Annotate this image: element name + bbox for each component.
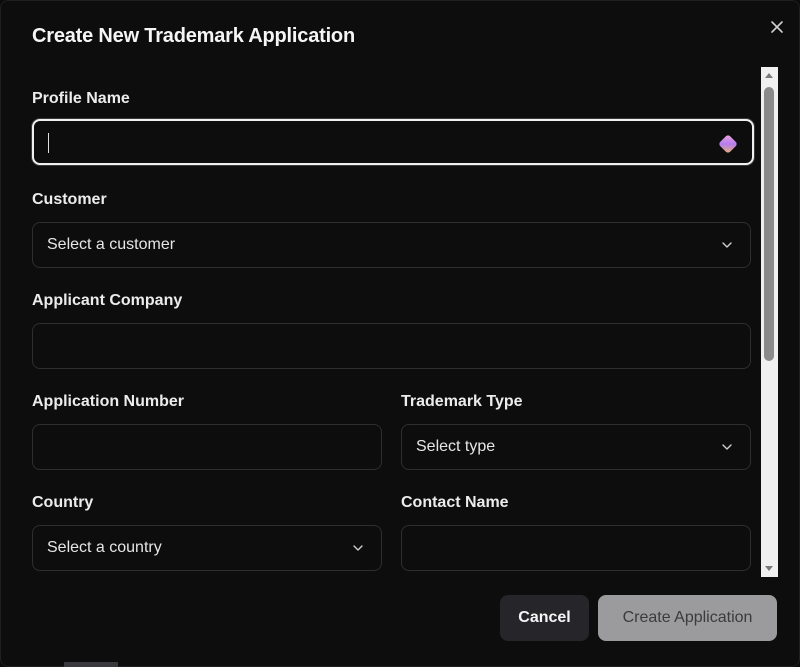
trademark-type-select[interactable]: Select type [401, 424, 751, 470]
country-select[interactable]: Select a country [32, 525, 382, 571]
chevron-down-icon [722, 242, 732, 248]
application-number-input[interactable] [32, 424, 382, 470]
applicant-company-label: Applicant Company [32, 292, 183, 309]
scroll-up-arrow-icon[interactable] [765, 73, 773, 78]
country-label: Country [32, 494, 94, 511]
customer-select-value: Select a customer [47, 236, 176, 253]
chevron-down-icon [353, 545, 363, 551]
application-number-label: Application Number [32, 393, 185, 410]
applicant-company-input[interactable] [32, 323, 751, 369]
customer-label: Customer [32, 191, 107, 208]
trademark-type-label: Trademark Type [401, 393, 523, 410]
text-caret [48, 133, 49, 153]
dialog-title: Create New Trademark Application [32, 25, 355, 47]
gem-icon[interactable] [716, 132, 740, 156]
country-select-value: Select a country [47, 539, 162, 556]
form-scrollbar[interactable] [761, 67, 778, 577]
create-application-button[interactable]: Create Application [598, 595, 777, 641]
scrollbar-thumb[interactable] [764, 87, 774, 361]
form-scroll-area: Profile Name Customer Select a customer … [1, 67, 761, 577]
customer-select[interactable]: Select a customer [32, 222, 751, 268]
close-icon[interactable] [767, 17, 787, 37]
chevron-down-icon [722, 444, 732, 450]
profile-name-label: Profile Name [32, 90, 130, 107]
contact-name-label: Contact Name [401, 494, 509, 511]
cancel-button[interactable]: Cancel [500, 595, 589, 641]
trademark-type-value: Select type [416, 438, 496, 455]
scroll-down-arrow-icon[interactable] [765, 566, 773, 571]
taskbar-edge [64, 662, 118, 667]
create-trademark-dialog: Create New Trademark Application Profile… [0, 0, 800, 667]
contact-name-input[interactable] [401, 525, 751, 571]
profile-name-input[interactable] [32, 119, 754, 165]
